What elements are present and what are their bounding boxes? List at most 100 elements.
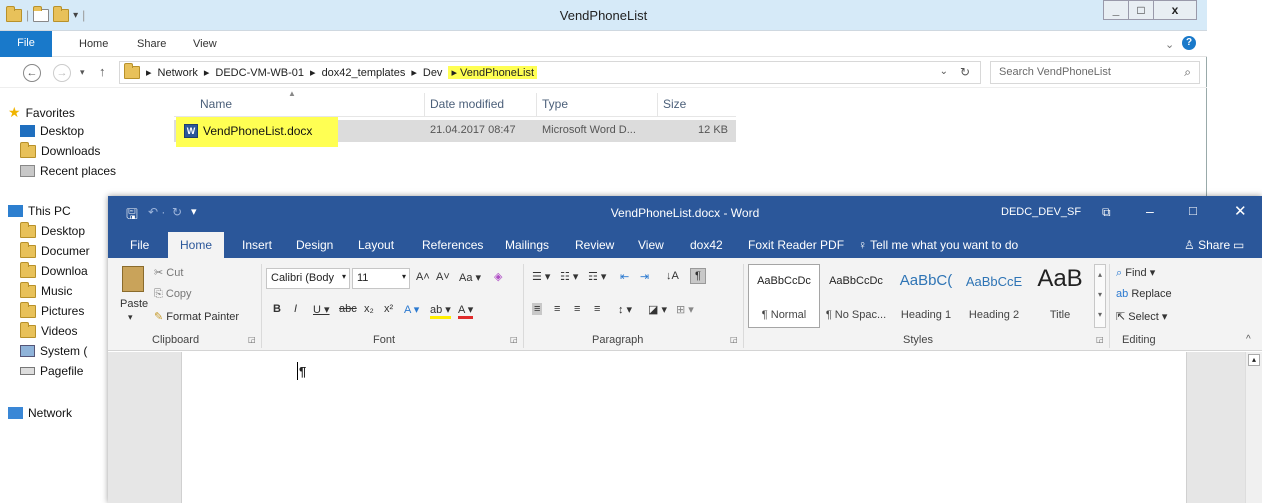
address-box[interactable]: ▸ Network ▸ DEDC-VM-WB-01 ▸ dox42_templa…: [119, 61, 981, 84]
tab-references[interactable]: References: [422, 238, 483, 252]
tab-dox42[interactable]: dox42: [690, 238, 723, 252]
nav-pagefile-drive[interactable]: Pagefile: [20, 364, 83, 378]
line-spacing-icon[interactable]: ↕ ▾: [618, 303, 632, 316]
nav-downloads[interactable]: Downloads: [20, 141, 100, 158]
strikethrough-icon[interactable]: abc: [339, 303, 357, 315]
find-button[interactable]: ⌕ Find ▾: [1116, 266, 1155, 280]
shrink-font-icon[interactable]: A˅: [436, 271, 450, 283]
tab-file[interactable]: File: [0, 31, 52, 57]
superscript-icon[interactable]: x²: [384, 303, 393, 315]
tab-home[interactable]: Home: [168, 232, 225, 258]
italic-icon[interactable]: I: [294, 303, 297, 315]
replace-button[interactable]: ab Replace: [1116, 288, 1172, 300]
font-color-icon[interactable]: A ▾: [458, 303, 474, 319]
user-account[interactable]: DEDC_DEV_SF: [1001, 206, 1081, 218]
close-button[interactable]: ✕: [1234, 202, 1247, 220]
increase-indent-icon[interactable]: ⇥: [640, 270, 649, 283]
nav-pc-downloads[interactable]: Downloa: [20, 261, 88, 278]
back-button[interactable]: ←: [23, 64, 41, 82]
collapse-ribbon-icon[interactable]: ^: [1246, 334, 1251, 345]
underline-icon[interactable]: U ▾: [313, 303, 330, 316]
font-launcher-icon[interactable]: ◲: [510, 335, 518, 344]
text-effects-icon[interactable]: A ▾: [404, 303, 419, 316]
tab-foxit-reader-pdf[interactable]: Foxit Reader PDF: [748, 238, 844, 252]
nav-documents[interactable]: Documer: [20, 241, 90, 258]
column-name[interactable]: Name: [200, 97, 232, 111]
forward-button[interactable]: →: [53, 64, 71, 82]
style-no-spacing[interactable]: AaBbCcDc ¶ No Spac...: [820, 264, 892, 328]
select-button[interactable]: ⇱ Select ▾: [1116, 310, 1167, 323]
align-right-icon[interactable]: ≡: [574, 303, 580, 315]
align-center-icon[interactable]: ≡: [554, 303, 560, 315]
tab-layout[interactable]: Layout: [358, 238, 394, 252]
nav-system-drive[interactable]: System (: [20, 344, 87, 358]
tab-view[interactable]: View: [193, 38, 217, 50]
nav-recent-places[interactable]: Recent places: [20, 164, 116, 178]
numbering-icon[interactable]: ☷ ▾: [560, 270, 578, 283]
minimize-button[interactable]: _: [1103, 0, 1129, 20]
bold-icon[interactable]: B: [273, 303, 281, 315]
font-name-box[interactable]: Calibri (Body ▾: [266, 268, 350, 289]
up-button[interactable]: ↑: [99, 64, 106, 79]
nav-videos[interactable]: Videos: [20, 321, 77, 338]
style-heading-1[interactable]: AaBbC( Heading 1: [892, 264, 960, 328]
breadcrumb-current-folder[interactable]: ▸ VendPhoneList: [448, 66, 538, 79]
refresh-icon[interactable]: ↻: [960, 65, 970, 79]
shading-icon[interactable]: ◪ ▾: [648, 303, 667, 316]
styles-gallery-scroll[interactable]: ▴ ▾ ▾: [1094, 264, 1106, 328]
recent-locations-icon[interactable]: ▾: [80, 67, 85, 78]
breadcrumb-templates[interactable]: dox42_templates: [322, 67, 406, 79]
column-date-modified[interactable]: Date modified: [430, 97, 504, 111]
tab-view[interactable]: View: [638, 238, 664, 252]
breadcrumb-dev[interactable]: Dev: [423, 67, 443, 79]
breadcrumb-server[interactable]: DEDC-VM-WB-01: [215, 67, 304, 79]
align-left-icon[interactable]: ≡: [532, 303, 543, 315]
paste-button[interactable]: Paste: [120, 298, 148, 310]
maximize-button[interactable]: □: [1189, 203, 1197, 218]
help-icon[interactable]: ?: [1182, 36, 1196, 50]
tab-design[interactable]: Design: [296, 238, 333, 252]
sort-icon[interactable]: ↓A: [666, 270, 679, 282]
minimize-button[interactable]: –: [1146, 203, 1154, 219]
nav-favorites[interactable]: ★ Favorites: [8, 104, 75, 121]
scroll-up-icon[interactable]: ▴: [1248, 354, 1260, 366]
tab-home[interactable]: Home: [79, 38, 108, 50]
tab-file[interactable]: File: [130, 238, 149, 252]
highlight-color-icon[interactable]: ab ▾: [430, 303, 451, 319]
style-normal[interactable]: AaBbCcDc ¶ Normal: [748, 264, 820, 328]
nav-desktop[interactable]: Desktop: [20, 124, 84, 138]
file-name-highlight[interactable]: W VendPhoneList.docx: [176, 117, 338, 147]
nav-pictures[interactable]: Pictures: [20, 301, 84, 318]
close-button[interactable]: x: [1153, 0, 1197, 20]
search-input[interactable]: Search VendPhoneList ⌕: [990, 61, 1200, 84]
tell-me-box[interactable]: ♀ Tell me what you want to do: [858, 238, 1018, 252]
expand-ribbon-icon[interactable]: ⌄: [1165, 38, 1174, 51]
vertical-scrollbar[interactable]: ▴: [1245, 352, 1262, 503]
subscript-icon[interactable]: x₂: [364, 303, 374, 315]
cut-button[interactable]: ✂ Cut: [154, 266, 183, 279]
change-case-icon[interactable]: Aa ▾: [459, 271, 481, 284]
decrease-indent-icon[interactable]: ⇤: [620, 270, 629, 283]
style-title[interactable]: AaB Title: [1028, 264, 1092, 328]
comments-icon[interactable]: ▭: [1233, 238, 1244, 252]
nav-pc-desktop[interactable]: Desktop: [20, 221, 85, 238]
multilevel-list-icon[interactable]: ☶ ▾: [588, 270, 606, 283]
bullets-icon[interactable]: ☰ ▾: [532, 270, 550, 283]
column-type[interactable]: Type: [542, 97, 568, 111]
clear-formatting-icon[interactable]: ◈: [494, 270, 502, 283]
paragraph-launcher-icon[interactable]: ◲: [730, 335, 738, 344]
tab-insert[interactable]: Insert: [242, 238, 272, 252]
tab-mailings[interactable]: Mailings: [505, 238, 549, 252]
tab-share[interactable]: Share: [137, 38, 166, 50]
copy-button[interactable]: ⎘ Copy: [154, 288, 192, 301]
borders-icon[interactable]: ⊞ ▾: [676, 303, 694, 316]
format-painter-button[interactable]: ✎ Format Painter: [154, 310, 239, 323]
maximize-button[interactable]: □: [1128, 0, 1154, 20]
document-page[interactable]: ¶: [181, 352, 1187, 503]
share-button[interactable]: ♙ Share: [1184, 238, 1230, 252]
font-size-box[interactable]: 11 ▾: [352, 268, 410, 289]
show-paragraph-marks-icon[interactable]: ¶: [690, 268, 706, 284]
tab-review[interactable]: Review: [575, 238, 614, 252]
styles-launcher-icon[interactable]: ◲: [1096, 335, 1104, 344]
nav-music[interactable]: Music: [20, 281, 72, 298]
